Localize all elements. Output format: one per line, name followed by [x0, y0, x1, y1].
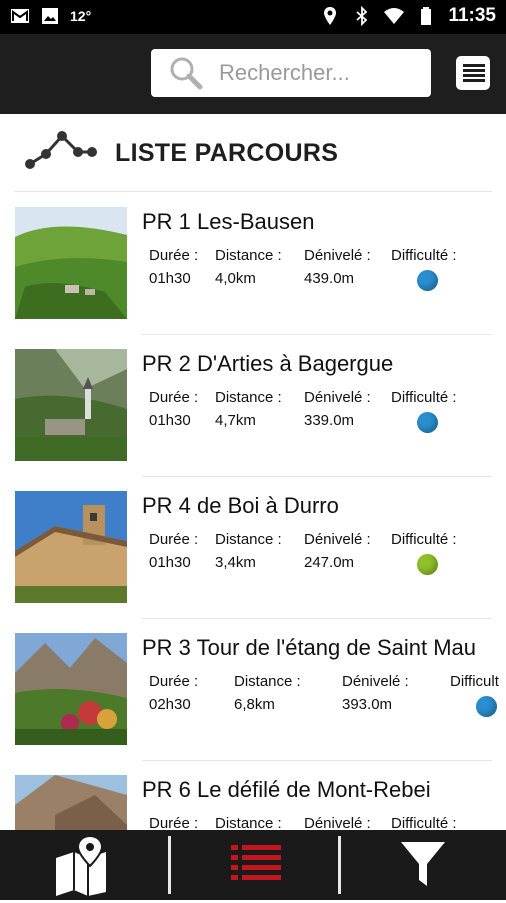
distance-label: Distance : — [215, 247, 282, 264]
difficulty-label: Difficulté : — [391, 531, 457, 548]
list-button[interactable] — [171, 830, 339, 900]
bluetooth-icon — [356, 6, 368, 26]
duration-value: 01h30 — [149, 554, 191, 571]
distance-label: Distance : — [215, 531, 282, 548]
header-divider — [14, 191, 492, 192]
route-name: PR 2 D'Arties à Bagergue — [142, 351, 394, 376]
duration-label: Durée : — [149, 247, 199, 264]
route-name: PR 1 Les-Bausen — [142, 209, 315, 234]
duration-label: Durée : — [149, 389, 199, 406]
route-list-item[interactable]: PR 1 Les-Bausen Durée : 01h30 Distance : 4… — [0, 193, 506, 335]
page-title: LISTE PARCOURS — [115, 139, 339, 167]
elevation-value: 439.0m — [304, 270, 355, 287]
duration-label: Durée : — [149, 531, 199, 548]
route-name: PR 6 Le défilé de Mont-Rebei — [142, 777, 431, 802]
duration-label: Durée : — [149, 673, 199, 690]
route-list-item[interactable]: PR 4 de Boi à Durro Durée : 01h30 Distanc… — [0, 477, 506, 619]
difficulty-indicator — [476, 696, 497, 717]
route-photo — [15, 633, 127, 745]
distance-label: Distance : — [234, 673, 301, 690]
difficulty-indicator — [417, 270, 438, 291]
route-name: PR 4 de Boi à Durro — [142, 493, 339, 518]
clock: 11:35 — [448, 5, 496, 26]
map-button[interactable] — [0, 830, 168, 900]
elevation-label: Dénivelé : — [304, 247, 371, 264]
menu-icon[interactable] — [456, 56, 490, 90]
search-placeholder: Rechercher... — [219, 60, 350, 85]
list-icon[interactable] — [231, 843, 281, 887]
distance-value: 3,4km — [215, 554, 256, 571]
filter-icon[interactable] — [399, 840, 447, 890]
route-photo — [15, 491, 127, 603]
elevation-label: Dénivelé : — [304, 531, 371, 548]
route-icon — [25, 131, 97, 169]
route-photo — [15, 207, 127, 319]
map-icon[interactable] — [52, 834, 122, 898]
app-bar: Rechercher... — [0, 34, 506, 114]
route-name: PR 3 Tour de l'étang de Saint Mau — [142, 635, 477, 660]
distance-value: 4,0km — [215, 270, 256, 287]
image-icon — [42, 8, 58, 24]
search-icon[interactable] — [169, 56, 203, 90]
distance-label: Distance : — [215, 389, 282, 406]
filter-button[interactable] — [341, 830, 506, 900]
difficulty-indicator — [417, 554, 438, 575]
elevation-value: 393.0m — [342, 696, 393, 713]
elevation-value: 247.0m — [304, 554, 355, 571]
elevation-label: Dénivelé : — [304, 389, 371, 406]
battery-icon — [421, 7, 432, 25]
difficulty-label: Difficulté : — [391, 389, 457, 406]
list-header: LISTE PARCOURS — [0, 114, 506, 192]
duration-value: 01h30 — [149, 270, 191, 287]
location-icon — [324, 7, 337, 25]
bottom-navigation — [0, 830, 506, 900]
difficulty-label: Difficult — [450, 673, 499, 690]
distance-value: 4,7km — [215, 412, 256, 429]
wifi-icon — [384, 8, 405, 24]
status-bar: 12° 11:35 — [0, 0, 506, 34]
difficulty-indicator — [417, 412, 438, 433]
search-input[interactable]: Rechercher... — [151, 49, 431, 97]
duration-value: 02h30 — [149, 696, 191, 713]
route-list-item[interactable]: PR 3 Tour de l'étang de Saint Mau Durée … — [0, 619, 506, 761]
duration-value: 01h30 — [149, 412, 191, 429]
route-photo — [15, 349, 127, 461]
difficulty-label: Difficulté : — [391, 247, 457, 264]
gmail-icon — [11, 9, 29, 23]
temperature: 12° — [70, 8, 92, 24]
route-list-item[interactable]: PR 2 D'Arties à Bagergue Durée : 01h30 Di… — [0, 335, 506, 477]
distance-value: 6,8km — [234, 696, 275, 713]
elevation-value: 339.0m — [304, 412, 355, 429]
elevation-label: Dénivelé : — [342, 673, 409, 690]
